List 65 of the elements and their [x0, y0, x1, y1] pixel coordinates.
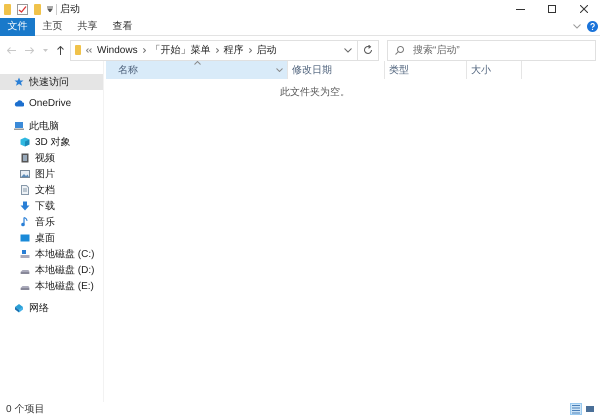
column-header[interactable]: 大小: [467, 61, 522, 79]
sidebar-item[interactable]: 下载: [0, 198, 103, 214]
column-header[interactable]: 修改日期: [288, 61, 385, 79]
chevron-down-icon[interactable]: [344, 48, 352, 52]
pc-icon: [14, 121, 24, 131]
sidebar-item[interactable]: 本地磁盘 (C:): [0, 246, 103, 262]
refresh-icon: [363, 45, 373, 55]
up-arrow-icon[interactable]: [57, 46, 64, 54]
breadcrumb[interactable]: 启动: [256, 42, 277, 58]
breadcrumb[interactable]: Windows: [97, 42, 138, 58]
large-icons-view-button[interactable]: [584, 403, 596, 415]
doc-icon: [20, 185, 30, 195]
folder-icon: [4, 4, 11, 14]
film-icon: [20, 153, 30, 163]
checkbox-icon[interactable]: [17, 4, 28, 14]
sidebar-item[interactable]: 网络: [0, 300, 103, 316]
breadcrumb[interactable]: 程序: [224, 42, 244, 58]
overflow-chevron-icon[interactable]: [86, 48, 92, 52]
file-menu-tab[interactable]: 文件: [0, 18, 35, 36]
chevron-right-icon: [248, 48, 252, 52]
ribbon-tab[interactable]: 主页: [35, 18, 70, 36]
sidebar-item[interactable]: 本地磁盘 (E:): [0, 278, 103, 294]
chevron-down-icon[interactable]: [573, 24, 581, 29]
star-icon: [14, 77, 24, 87]
cube-icon: [20, 137, 30, 147]
breadcrumb[interactable]: 「开始」菜单: [150, 42, 211, 58]
sidebar-item[interactable]: 桌面: [0, 230, 103, 246]
dropdown-icon[interactable]: [47, 6, 53, 12]
item-count: 0 个项目: [6, 402, 44, 416]
sidebar-item[interactable]: 3D 对象: [0, 134, 103, 150]
sidebar-item[interactable]: 文档: [0, 182, 103, 198]
help-icon[interactable]: [587, 21, 598, 32]
sidebar-item[interactable]: 音乐: [0, 214, 103, 230]
maximize-icon: [548, 5, 556, 13]
sidebar-item[interactable]: 快速访问: [0, 74, 103, 90]
chevron-right-icon: [142, 48, 146, 52]
sidebar-item[interactable]: 此电脑: [0, 118, 103, 134]
sidebar-item[interactable]: 视频: [0, 150, 103, 166]
search-field[interactable]: 搜索“启动”: [387, 40, 596, 60]
chevron-down-icon[interactable]: [276, 68, 283, 72]
ribbon-tab[interactable]: 共享: [70, 18, 105, 36]
sidebar-item[interactable]: OneDrive: [0, 95, 103, 111]
window-title: 启动: [60, 2, 80, 16]
sidebar-item[interactable]: 本地磁盘 (D:): [0, 262, 103, 278]
column-header[interactable]: 名称: [106, 61, 288, 79]
search-icon: [395, 46, 404, 54]
sidebar-item[interactable]: 图片: [0, 166, 103, 182]
folder-icon: [75, 45, 81, 55]
details-view-button[interactable]: [570, 403, 582, 415]
sort-caret-icon: [194, 61, 201, 65]
music-icon: [20, 217, 30, 227]
system-drive-icon: [20, 249, 30, 259]
refresh-button[interactable]: [358, 40, 379, 60]
minimize-icon: [516, 8, 524, 10]
empty-folder-message: 此文件夹为空。: [280, 86, 350, 100]
close-icon: [580, 5, 588, 13]
chevron-right-icon: [216, 48, 219, 52]
address-bar[interactable]: Windows 「开始」菜单 程序 启动: [70, 40, 358, 60]
download-icon: [20, 201, 30, 211]
cloud-icon: [14, 98, 24, 108]
desktop-icon: [20, 233, 30, 243]
image-icon: [20, 169, 30, 179]
network-icon: [14, 303, 24, 313]
column-header[interactable]: 类型: [385, 61, 467, 79]
ribbon-tab[interactable]: 查看: [105, 18, 140, 36]
